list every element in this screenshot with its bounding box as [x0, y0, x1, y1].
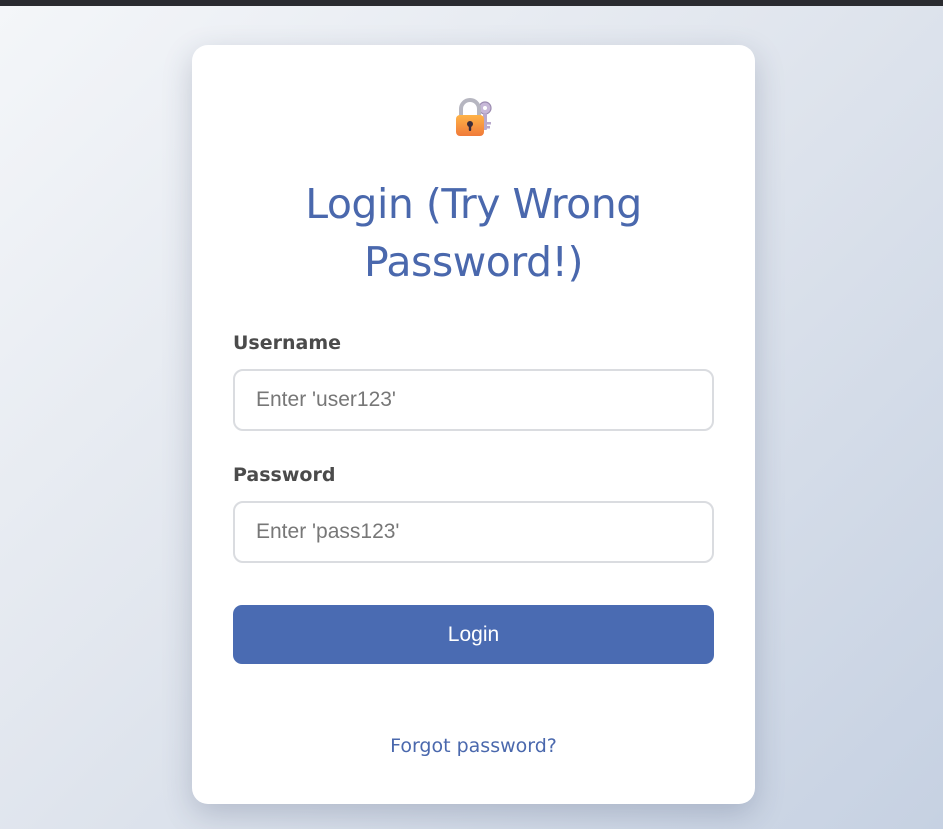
page-title: Login (Try Wrong Password!)	[305, 180, 642, 286]
forgot-password-link[interactable]: Forgot password?	[192, 735, 755, 757]
username-label: Username	[233, 332, 342, 354]
login-button[interactable]: Login	[233, 605, 714, 664]
window-top-bar	[0, 0, 943, 6]
password-input[interactable]	[233, 501, 714, 563]
login-card: Login (Try Wrong Password!) Username Pas…	[192, 45, 755, 804]
lock-with-key-icon	[451, 95, 497, 141]
username-input[interactable]	[233, 369, 714, 431]
password-label: Password	[233, 464, 336, 486]
